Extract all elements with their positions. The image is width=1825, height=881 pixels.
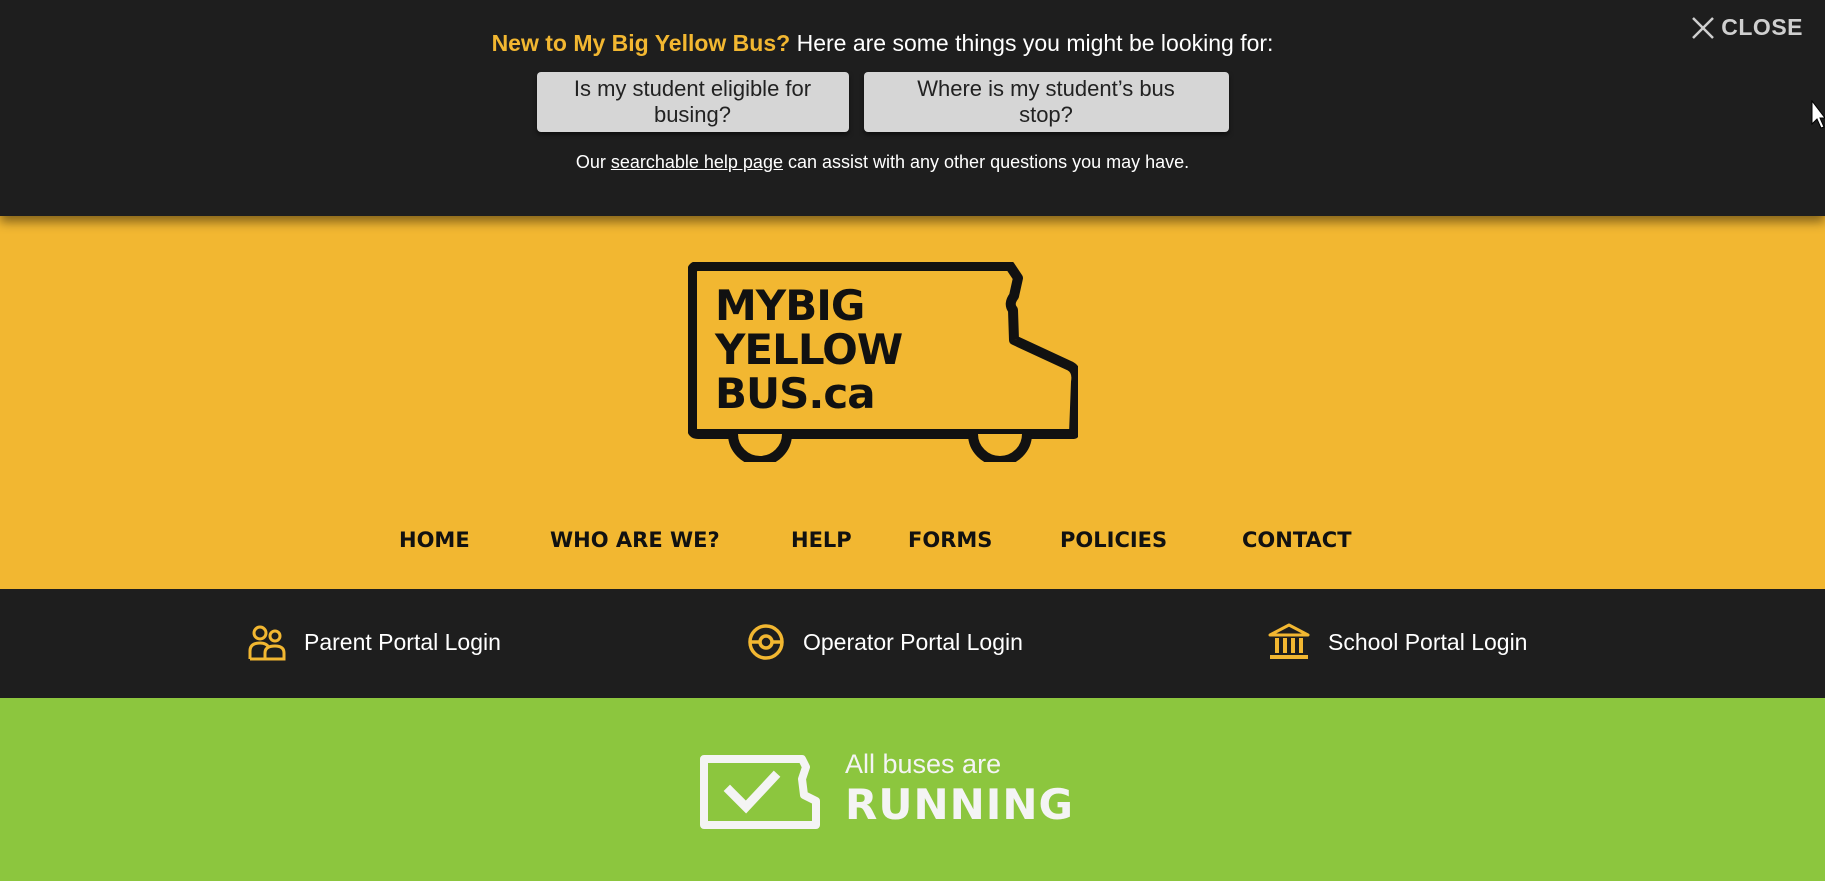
banner-headline: New to My Big Yellow Bus? Here are some … <box>0 28 1765 58</box>
school-portal-login[interactable]: School Portal Login <box>1268 623 1527 661</box>
bus-status-banner: All buses are RUNNING <box>0 698 1825 881</box>
nav-home[interactable]: HOME <box>399 528 470 552</box>
banner-buttons: Is my student eligible for busing? Where… <box>0 72 1765 132</box>
nav-policies[interactable]: POLICIES <box>1060 528 1167 552</box>
close-icon <box>1692 16 1715 39</box>
operator-portal-login[interactable]: Operator Portal Login <box>747 623 1023 661</box>
logo-text: MYBIG YELLOW BUS.ca <box>715 281 903 418</box>
help-page-link[interactable]: searchable help page <box>611 152 783 172</box>
logo-line-2: YELLOW <box>715 325 903 374</box>
bus-check-icon <box>700 755 820 829</box>
site-logo[interactable]: MYBIG YELLOW BUS.ca <box>687 261 1082 467</box>
nav-who-are-we[interactable]: WHO ARE WE? <box>550 528 720 552</box>
operator-portal-label: Operator Portal Login <box>803 628 1023 655</box>
close-banner-button[interactable]: CLOSE <box>1691 14 1803 41</box>
school-building-icon <box>1268 623 1310 659</box>
logo-line-1: MYBIG <box>715 281 865 330</box>
banner-headline-text: Here are some things you might be lookin… <box>790 30 1274 56</box>
help-suffix: can assist with any other questions you … <box>782 152 1190 172</box>
logo-line-3: BUS.ca <box>715 369 876 418</box>
banner-help-text: Our searchable help page can assist with… <box>0 152 1765 173</box>
portal-bar: Parent Portal Login Operator Portal Logi… <box>0 589 1825 698</box>
steering-wheel-icon <box>748 624 784 660</box>
eligibility-button[interactable]: Is my student eligible for busing? <box>536 72 849 132</box>
close-label: CLOSE <box>1721 14 1803 40</box>
nav-forms[interactable]: FORMS <box>908 528 992 552</box>
status-text: All buses are RUNNING <box>845 748 1074 830</box>
parent-portal-login[interactable]: Parent Portal Login <box>248 623 501 661</box>
nav-help[interactable]: HELP <box>791 528 852 552</box>
banner-headline-accent: New to My Big Yellow Bus? <box>491 30 791 56</box>
help-prefix: Our <box>575 152 611 172</box>
status-line-2: RUNNING <box>845 780 1074 829</box>
status-line-1: All buses are <box>845 749 1002 779</box>
main-nav: HOME WHO ARE WE? HELP FORMS POLICIES CON… <box>0 528 1825 558</box>
site-header: MYBIG YELLOW BUS.ca HOME WHO ARE WE? HEL… <box>0 216 1825 589</box>
parent-portal-label: Parent Portal Login <box>304 628 501 655</box>
mouse-cursor-icon <box>1811 100 1825 129</box>
parents-icon <box>248 625 286 661</box>
bus-stop-button[interactable]: Where is my student’s bus stop? <box>863 72 1229 132</box>
nav-contact[interactable]: CONTACT <box>1242 528 1352 552</box>
school-portal-label: School Portal Login <box>1328 628 1528 655</box>
welcome-banner: New to My Big Yellow Bus? Here are some … <box>0 0 1825 216</box>
